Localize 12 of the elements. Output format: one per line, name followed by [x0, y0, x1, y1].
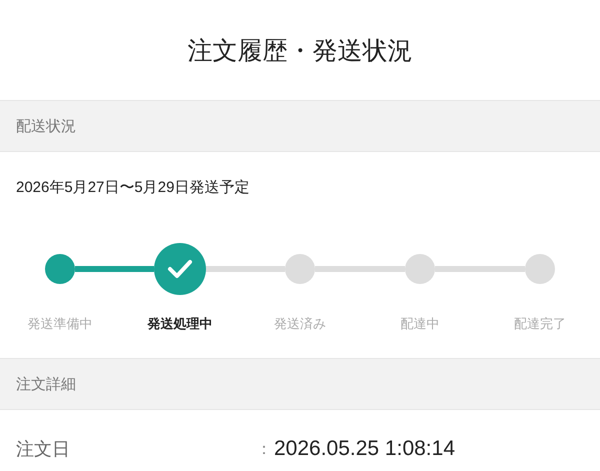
page-title: 注文履歴・発送状況 — [188, 36, 412, 66]
detail-value: 2026.05.25 1:08:14 — [274, 437, 456, 461]
step-label: 発送済み — [274, 315, 326, 333]
step-label: 配達完了 — [514, 315, 566, 333]
separator: ： — [256, 440, 273, 460]
section-title: 注文詳細 — [16, 374, 76, 394]
detail-label: 注文日 — [16, 438, 71, 461]
step-label: 配達中 — [400, 315, 440, 333]
shipping-estimate: 2026年5月27日〜5月29日発送予定 — [16, 178, 250, 197]
step-label: 発送処理中 — [148, 315, 212, 333]
section-title: 配送状況 — [16, 116, 76, 136]
step-label: 発送準備中 — [28, 315, 92, 333]
